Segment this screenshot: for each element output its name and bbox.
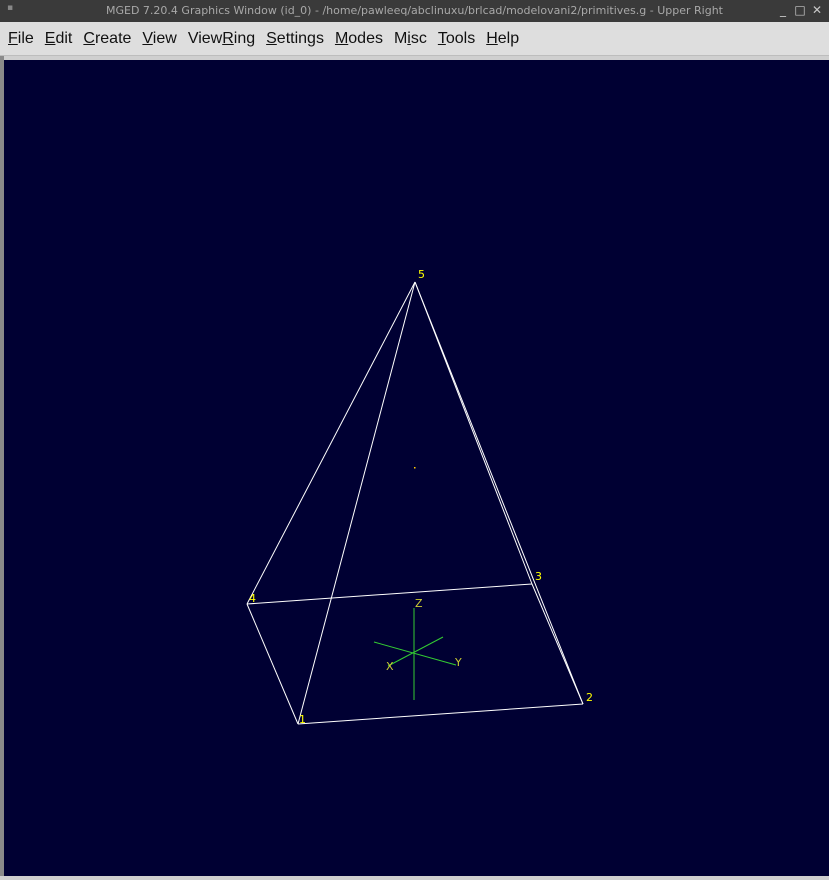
wireframe-canvas[interactable]: 1 2 3 4 5 Z Y X [4,60,829,876]
edge-1-2 [297,703,584,725]
menu-tools[interactable]: Tools [434,30,479,48]
vertex-label-3: 3 [535,570,542,583]
menu-file[interactable]: File [4,30,38,48]
menu-help[interactable]: Help [482,30,523,48]
edge-3-4 [246,583,533,605]
menu-settings[interactable]: Settings [262,30,328,48]
axis-label-y: Y [454,656,462,669]
center-marker [414,467,416,469]
maximize-button[interactable]: □ [794,3,806,17]
vertex-label-2: 2 [586,691,593,704]
menu-misc[interactable]: Misc [390,30,431,48]
edge-4-1 [246,603,299,725]
vertex-labels: 1 2 3 4 5 [249,268,593,726]
vertex-label-5: 5 [418,268,425,281]
x-axis [387,636,444,667]
menu-create[interactable]: Create [79,30,135,48]
edge-5-1 [297,281,416,725]
axes-gizmo [373,608,457,700]
edge-5-3 [414,281,533,585]
axis-label-x: X [386,660,394,673]
menu-edit[interactable]: Edit [41,30,77,48]
window-title: MGED 7.20.4 Graphics Window (id_0) - /ho… [106,4,723,17]
graphics-viewport[interactable]: 1 2 3 4 5 Z Y X [4,60,829,876]
menu-view[interactable]: View [138,30,180,48]
title-bar: ▪ MGED 7.20.4 Graphics Window (id_0) - /… [0,0,829,22]
menu-bar: File Edit Create View ViewRing Settings … [0,22,829,56]
pyramid-wireframe [246,281,584,725]
vertex-label-1: 1 [299,713,306,726]
minimize-button[interactable]: _ [777,3,789,17]
vertex-label-4: 4 [249,592,256,605]
edge-5-4 [246,281,416,605]
menu-modes[interactable]: Modes [331,30,387,48]
close-button[interactable]: ✕ [811,3,823,17]
edge-5-2 [414,281,584,705]
menu-viewring[interactable]: ViewRing [184,30,259,48]
axis-label-z: Z [415,597,423,610]
